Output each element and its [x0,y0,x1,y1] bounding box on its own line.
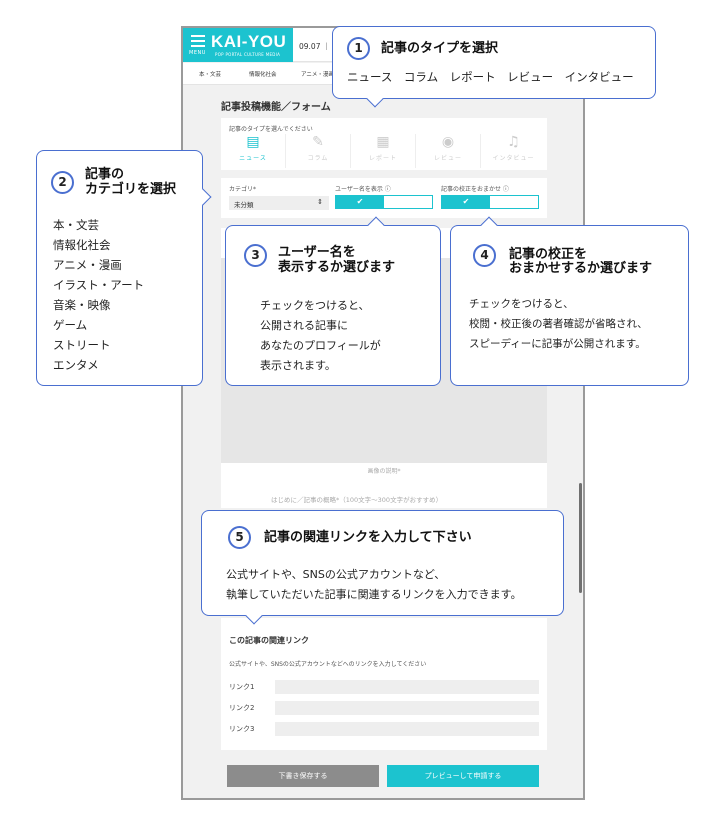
scrollbar[interactable] [579,483,582,593]
tab-news[interactable]: ▤ ニュース [221,134,286,168]
callout-title: 記事の校正を [509,247,588,262]
step-number: 1 [347,37,370,60]
body-line: 校閲・校正後の著者確認が省略され、 [469,318,648,330]
menu-label: MENU [189,50,206,56]
tab-label: ニュース [239,155,267,162]
link-label: リンク3 [229,725,255,733]
callout-title: 記事の関連リンクを入力して下さい [264,530,472,545]
tab-label: インタビュー [492,155,535,162]
clipboard-icon: ▦ [376,134,390,150]
link-label: リンク1 [229,683,255,691]
link-input-1[interactable] [275,680,539,694]
callout-body: 公式サイトや、SNSの公式アカウントなど、 執筆していただいた記事に関連するリン… [226,565,522,605]
body-line: チェックをつけると、 [469,298,574,310]
nav-item-info-society[interactable]: 情報化社会 [249,70,277,78]
category-item: エンタメ [53,358,99,372]
tab-label: レポート [368,155,397,162]
check-icon: ✔ [336,196,384,208]
nav-item-anime[interactable]: アニメ・漫画 [301,70,334,78]
category-item: ゲーム [53,318,88,332]
logo-tagline: POP PORTAL CULTURE MEDIA [215,52,281,57]
check-icon: ✔ [442,196,490,208]
callout-title: 記事の [85,167,125,182]
body-line: チェックをつけると、 [260,299,370,312]
pen-icon: ✎ [312,134,324,150]
proofread-label: 記事の校正をおまかせ ⓘ [441,186,509,193]
document-icon: ▤ [246,134,260,150]
callout-body: チェックをつけると、 校閲・校正後の著者確認が省略され、 スピーディーに記事が公… [469,294,648,354]
hamburger-menu-icon[interactable] [191,35,205,50]
link-input-3[interactable] [275,722,539,736]
tab-report[interactable]: ▦ レポート [351,134,416,168]
show-username-toggle[interactable]: ✔ [335,195,433,209]
callout-title: 記事のタイプを選択 [381,41,499,56]
tab-label: コラム [307,155,329,162]
select-arrows-icon: ⇕ [317,198,323,206]
callout-article-type: 1 記事のタイプを選択 ニュース コラム レポート レビュー インタビュー [332,26,656,108]
related-links-section: この記事の関連リンク 公式サイトや、SNSの公式アカウントなどへのリンクを入力し… [221,618,547,750]
callout-show-username: 3 ユーザー名を 表示するか選びます チェックをつけると、 公開される記事に あ… [225,216,441,386]
step-number: 3 [244,244,267,267]
microphone-icon: ♫ [507,134,520,150]
link-label: リンク2 [229,704,255,712]
category-item: アニメ・漫画 [53,258,122,272]
link-input-2[interactable] [275,701,539,715]
body-line: 公開される記事に [260,319,348,332]
body-line: 執筆していただいた記事に関連するリンクを入力できます。 [226,588,522,601]
image-caption-field[interactable]: 画像の説明* [221,466,547,475]
options-row: カテゴリ* 未分類 ⇕ ユーザー名を表示 ⓘ ✔ 記事の校正をおまかせ ⓘ ✔ [221,178,547,218]
callout-title: ユーザー名を [278,245,356,260]
callout-proofread: 4 記事の校正を おまかせするか選びます チェックをつけると、 校閲・校正後の著… [450,216,689,386]
tab-column[interactable]: ✎ コラム [286,134,351,168]
show-username-label: ユーザー名を表示 ⓘ [335,186,391,193]
callout-title: おまかせするか選びます [509,261,653,276]
type-question: 記事のタイプを選んでください [229,126,313,133]
step-number: 2 [51,171,74,194]
callout-title: 表示するか選びます [278,260,396,275]
page-title: 記事投稿機能／フォーム [221,102,331,113]
eye-icon: ◉ [441,134,455,150]
category-item: 情報化社会 [53,238,111,252]
device-frame: MENU KAI-YOU POP PORTAL CULTURE MEDIA 09… [181,26,585,800]
callout-body: チェックをつけると、 公開される記事に あなたのプロフィールが 表示されます。 [260,296,381,376]
body-line: あなたのプロフィールが [260,339,381,352]
tab-interview[interactable]: ♫ インタビュー [481,134,546,168]
callout-category: 2 記事の カテゴリを選択 本・文芸 情報化社会 アニメ・漫画 イラスト・アート… [36,150,212,386]
nav-item-books[interactable]: 本・文芸 [199,70,221,78]
tab-label: レビュー [433,155,462,162]
intro-field[interactable]: はじめに／記事の概略*（100文字〜300文字がおすすめ） [271,494,442,504]
step-number: 4 [473,244,496,267]
callout-body: ニュース コラム レポート レビュー インタビュー [347,70,634,84]
logo-area[interactable]: MENU KAI-YOU POP PORTAL CULTURE MEDIA [183,28,293,62]
category-item: イラスト・アート [53,278,145,292]
proofread-toggle[interactable]: ✔ [441,195,539,209]
callout-title: カテゴリを選択 [85,182,177,197]
callout-related-links: 5 記事の関連リンクを入力して下さい 公式サイトや、SNSの公式アカウントなど、… [201,510,564,625]
site-logo[interactable]: KAI-YOU [211,32,286,52]
related-links-description: 公式サイトや、SNSの公式アカウントなどへのリンクを入力してください [229,661,427,668]
body-line: 表示されます。 [260,359,336,372]
body-line: 公式サイトや、SNSの公式アカウントなど、 [226,568,446,581]
save-draft-button[interactable]: 下書き保存する [227,765,379,787]
category-value: 未分類 [234,201,254,209]
category-label: カテゴリ* [229,186,257,193]
category-list: 本・文芸 情報化社会 アニメ・漫画 イラスト・アート 音楽・映像 ゲーム ストリ… [53,215,144,375]
step-number: 5 [228,526,251,549]
category-select[interactable]: 未分類 ⇕ [229,196,329,210]
category-item: ストリート [53,338,111,352]
category-item: 本・文芸 [53,218,99,232]
body-line: スピーディーに記事が公開されます。 [469,338,646,350]
preview-submit-button[interactable]: プレビューして申請する [387,765,539,787]
tab-review[interactable]: ◉ レビュー [416,134,481,168]
related-links-title: この記事の関連リンク [229,636,309,645]
category-item: 音楽・映像 [53,298,111,312]
article-type-selector: 記事のタイプを選んでください ▤ ニュース ✎ コラム ▦ レポート ◉ レビュ… [221,118,547,170]
